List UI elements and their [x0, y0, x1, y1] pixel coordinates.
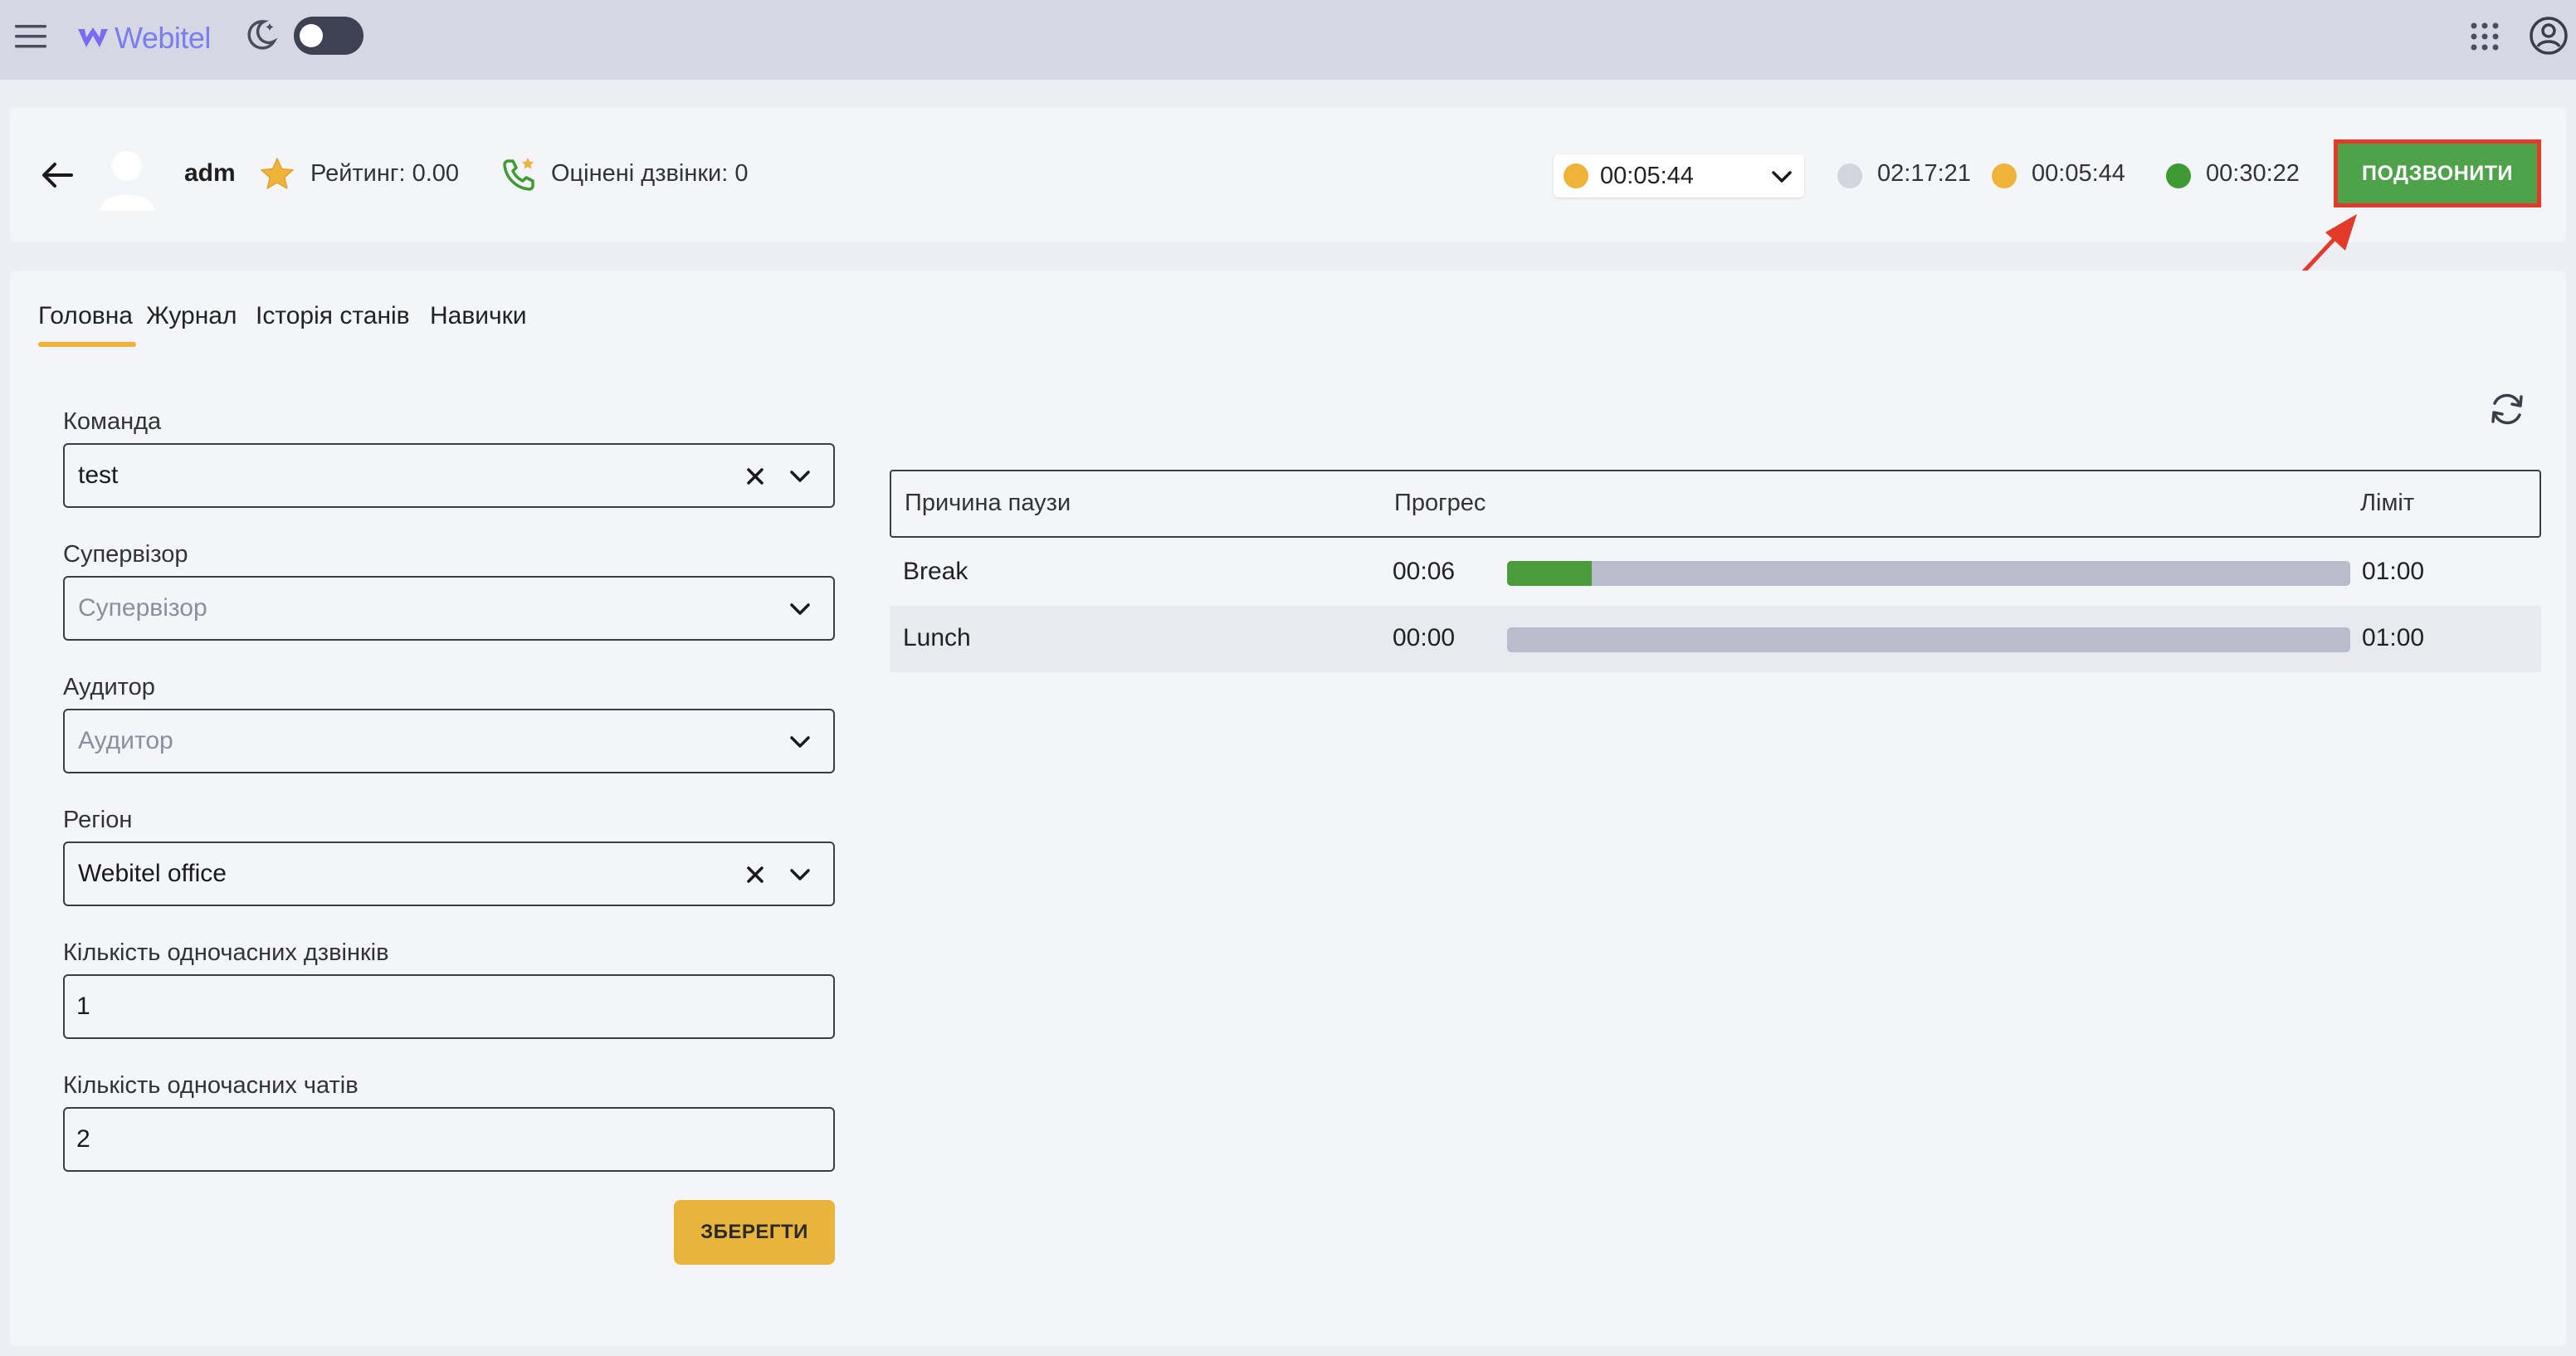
- app-name: Webitel: [115, 21, 211, 55]
- tab-main[interactable]: Головна: [38, 302, 133, 330]
- pause-limit: 01:00: [2362, 558, 2425, 585]
- concurrent-calls-label: Кількість одночасних дзвінків: [63, 939, 389, 966]
- call-button[interactable]: ПОДЗВОНИТИ: [2334, 139, 2541, 207]
- online-timer: 00:30:22: [2206, 160, 2300, 187]
- team-label: Команда: [63, 408, 162, 435]
- pause-status-dot-icon: [1992, 163, 2017, 188]
- pause-used-time: 00:06: [1393, 558, 1456, 585]
- agent-status-select[interactable]: 00:05:44: [1554, 154, 1804, 198]
- account-icon[interactable]: [2528, 15, 2569, 56]
- offline-status-dot-icon: [1837, 163, 1862, 188]
- back-arrow-icon[interactable]: [38, 156, 76, 194]
- chevron-down-icon[interactable]: [787, 729, 813, 755]
- chevron-down-icon: [1772, 171, 1792, 183]
- pause-progress-fill: [1507, 561, 1592, 586]
- top-bar: Webitel: [0, 0, 2576, 80]
- auditor-placeholder: Аудитор: [78, 727, 173, 754]
- pause-table-header: Причина паузи Прогрес Ліміт: [890, 470, 2541, 538]
- webitel-logo-icon: [78, 27, 108, 47]
- supervisor-select[interactable]: Супервізор: [63, 576, 835, 641]
- status-time: 00:05:44: [1600, 163, 1694, 189]
- agent-name: adm: [184, 159, 236, 187]
- region-label: Регіон: [63, 807, 133, 833]
- main-panel: [10, 271, 2566, 1346]
- table-row: Lunch 00:00 01:00: [890, 606, 2541, 672]
- agent-avatar: [100, 151, 154, 211]
- offline-timer: 02:17:21: [1877, 160, 1971, 187]
- status-dot-icon: [1564, 163, 1588, 188]
- rated-calls: Оцінені дзвінки: 0: [551, 160, 749, 187]
- chevron-down-icon[interactable]: [787, 596, 813, 622]
- chevron-down-icon[interactable]: [787, 861, 813, 888]
- pause-reason: Break: [903, 558, 968, 585]
- online-status-dot-icon: [2166, 163, 2191, 188]
- concurrent-calls-input[interactable]: 1: [63, 974, 835, 1039]
- concurrent-chats-value: 2: [76, 1125, 90, 1153]
- header-reason: Причина паузи: [905, 490, 1071, 516]
- concurrent-chats-input[interactable]: 2: [63, 1107, 835, 1172]
- pause-limit: 01:00: [2362, 624, 2425, 651]
- tab-skills[interactable]: Навички: [430, 302, 527, 330]
- refresh-icon[interactable]: [2486, 388, 2528, 430]
- table-row: Break 00:06 01:00: [890, 539, 2541, 606]
- active-tab-indicator: [38, 342, 136, 347]
- save-button[interactable]: ЗБЕРЕГТИ: [674, 1200, 835, 1265]
- pause-progress-bar: [1507, 561, 2350, 586]
- concurrent-calls-value: 1: [76, 993, 90, 1020]
- pause-timer: 00:05:44: [2032, 160, 2125, 187]
- concurrent-chats-label: Кількість одночасних чатів: [63, 1072, 359, 1099]
- pause-used-time: 00:00: [1393, 624, 1456, 651]
- webitel-logo[interactable]: Webitel: [76, 15, 211, 61]
- auditor-label: Аудитор: [63, 674, 155, 700]
- apps-grid-icon[interactable]: [2468, 20, 2501, 53]
- header-progress: Прогрес: [1394, 490, 1486, 516]
- toggle-knob: [300, 24, 323, 47]
- dark-mode-moon-icon: [247, 20, 278, 50]
- rated-call-icon: [503, 158, 534, 191]
- auditor-select[interactable]: Аудитор: [63, 709, 835, 773]
- clear-icon[interactable]: [742, 463, 768, 490]
- region-select[interactable]: Webitel office: [63, 841, 835, 906]
- pause-reason: Lunch: [903, 624, 971, 651]
- tab-state-history[interactable]: Історія станів: [256, 302, 410, 330]
- team-value: test: [78, 461, 119, 489]
- clear-icon[interactable]: [742, 861, 768, 888]
- team-select[interactable]: test: [63, 443, 835, 508]
- menu-icon[interactable]: [13, 18, 50, 55]
- region-value: Webitel office: [78, 860, 227, 887]
- header-limit: Ліміт: [2360, 490, 2415, 516]
- tab-journal[interactable]: Журнал: [146, 302, 237, 330]
- pause-progress-bar: [1507, 627, 2350, 652]
- supervisor-label: Супервізор: [63, 541, 188, 568]
- supervisor-placeholder: Супервізор: [78, 594, 207, 622]
- chevron-down-icon[interactable]: [787, 463, 813, 490]
- theme-toggle[interactable]: [294, 17, 363, 55]
- star-icon: [261, 158, 294, 189]
- agent-rating: Рейтинг: 0.00: [310, 160, 460, 187]
